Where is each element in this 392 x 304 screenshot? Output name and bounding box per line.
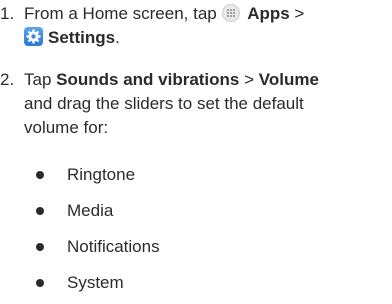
step-1-intro-text: From a Home screen, tap [24, 4, 222, 23]
step-2-line-2: and drag the sliders to set the default [24, 94, 304, 113]
volume-label: Volume [258, 70, 319, 89]
option-system: System [67, 273, 124, 292]
tap-word: Tap [24, 70, 57, 89]
bullet-icon [36, 279, 44, 287]
step-text: From a Home screen, tap Apps > Settings. [24, 2, 390, 50]
settings-label: Settings [48, 28, 116, 47]
option-ringtone: Ringtone [67, 165, 136, 184]
step-number: 1. [0, 4, 15, 23]
apps-label: Apps [247, 4, 290, 23]
step-text: Tap Sounds and vibrations > Volume and d… [24, 68, 390, 140]
sounds-label: Sounds and vibrations [56, 70, 240, 89]
step-2-line-3: volume for: [24, 118, 109, 137]
bullet-icon [36, 207, 44, 215]
bullet-icon [36, 243, 44, 251]
apps-icon [222, 4, 241, 22]
separator: > [239, 70, 259, 89]
step-number: 2. [0, 70, 15, 89]
settings-icon [24, 27, 43, 46]
bullet-icon [36, 171, 44, 179]
sentence-end: . [115, 28, 120, 47]
option-notifications: Notifications [67, 237, 160, 256]
separator: > [289, 4, 305, 23]
option-media: Media [67, 201, 114, 220]
